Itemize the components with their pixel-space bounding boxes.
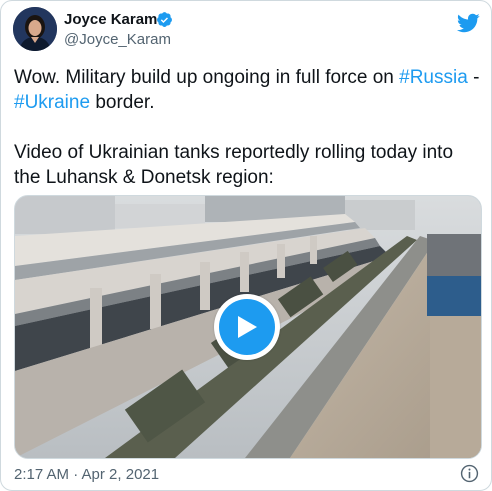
info-icon[interactable] [460,464,479,483]
tweet-card: Joyce Karam @Joyce_Karam Wow. Military b… [0,0,492,491]
verified-badge-icon [157,12,172,27]
author-name[interactable]: Joyce Karam [64,11,157,28]
twitter-bird-icon[interactable] [456,11,480,35]
play-button-inner [219,299,275,355]
tweet-separator: - [467,67,480,88]
play-icon [238,316,257,338]
play-button[interactable] [214,294,280,360]
video-player[interactable] [14,195,482,459]
tweet-paragraph-1: Wow. Military build up ongoing in full f… [14,65,482,115]
hashtag-ukraine-link[interactable]: #Ukraine [14,92,90,113]
tweet-line2-text: border. [90,92,155,113]
avatar-image [13,7,57,51]
hashtag-russia-link[interactable]: #Russia [399,67,468,88]
tweet-line1-text: Wow. Military build up ongoing in full f… [14,67,394,88]
author-handle[interactable]: @Joyce_Karam [64,31,171,48]
avatar[interactable] [13,7,57,51]
tweet-text: Wow. Military build up ongoing in full f… [14,65,482,190]
tweet-paragraph-2: Video of Ukrainian tanks reportedly roll… [14,142,454,188]
tweet-timestamp[interactable]: 2:17 AM · Apr 2, 2021 [14,466,159,483]
